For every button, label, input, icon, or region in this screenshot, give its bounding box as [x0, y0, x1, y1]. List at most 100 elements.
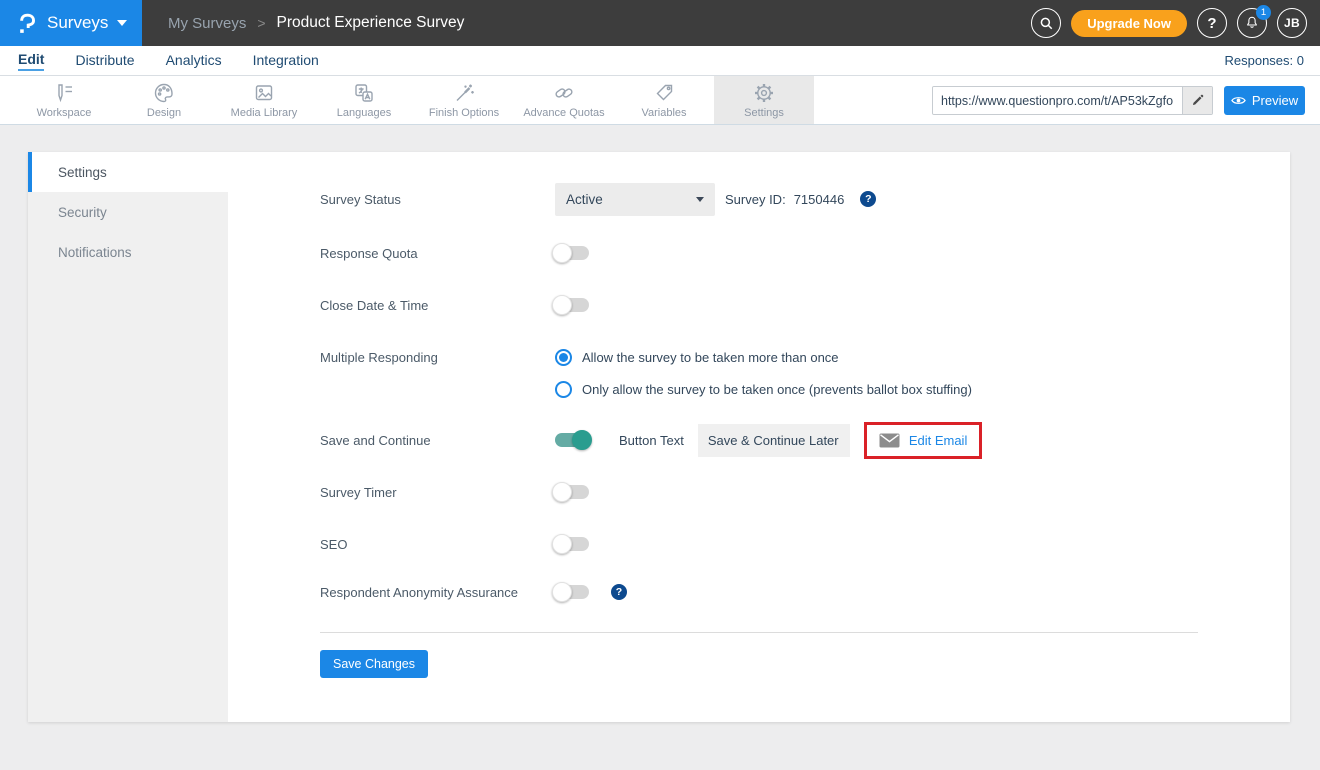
upgrade-now-button[interactable]: Upgrade Now: [1071, 10, 1187, 37]
seo-row: SEO: [320, 524, 589, 564]
survey-status-label: Survey Status: [320, 192, 555, 207]
avatar-initials: JB: [1284, 16, 1300, 30]
multiple-responding-label: Multiple Responding: [320, 350, 555, 365]
search-button[interactable]: [1031, 8, 1061, 38]
save-changes-button[interactable]: Save Changes: [320, 650, 428, 678]
seo-label: SEO: [320, 537, 555, 552]
save-continue-row: Save and Continue Button Text Edit Email: [320, 420, 982, 460]
sidebar-item-security[interactable]: Security: [28, 192, 228, 232]
notification-count-badge: 1: [1256, 5, 1271, 20]
toolbar-item-advance-quotas[interactable]: Advance Quotas: [514, 76, 614, 124]
settings-gear-icon: [752, 81, 776, 105]
search-icon: [1039, 16, 1054, 31]
survey-status-value: Active: [566, 192, 603, 207]
edit-url-button[interactable]: [1182, 87, 1212, 114]
survey-id-value: 7150446: [794, 192, 845, 207]
response-quota-toggle[interactable]: [555, 246, 589, 260]
survey-id-help-icon[interactable]: ?: [860, 191, 876, 207]
radio-allow-multiple-label: Allow the survey to be taken more than o…: [582, 350, 839, 365]
multiple-responding-row-2: Only allow the survey to be taken once (…: [320, 369, 972, 409]
edit-email-link[interactable]: Edit Email: [909, 433, 968, 448]
toolbar-label: Workspace: [37, 107, 92, 119]
breadcrumb-my-surveys[interactable]: My Surveys: [168, 15, 246, 32]
settings-sidebar: Settings Security Notifications: [28, 152, 228, 722]
edit-toolbar: Workspace Design Media Library: [0, 76, 1320, 125]
toolbar-item-languages[interactable]: Languages: [314, 76, 414, 124]
tab-analytics[interactable]: Analytics: [166, 52, 222, 70]
workspace-icon: [52, 81, 76, 105]
toolbar-label: Design: [147, 107, 181, 119]
form-divider: [320, 632, 1198, 633]
notifications-button[interactable]: 1: [1237, 8, 1267, 38]
toolbar-item-design[interactable]: Design: [114, 76, 214, 124]
response-quota-label: Response Quota: [320, 246, 555, 261]
radio-allow-multiple[interactable]: [555, 349, 572, 366]
tab-distribute[interactable]: Distribute: [75, 52, 134, 70]
survey-timer-row: Survey Timer: [320, 472, 589, 512]
breadcrumb: My Surveys > Product Experience Survey: [168, 0, 464, 46]
toolbar-item-variables[interactable]: Variables: [614, 76, 714, 124]
toolbar-items: Workspace Design Media Library: [14, 76, 814, 124]
questionpro-logo-icon: [13, 11, 38, 36]
eye-icon: [1231, 95, 1246, 106]
user-avatar[interactable]: JB: [1277, 8, 1307, 38]
seo-toggle[interactable]: [555, 537, 589, 551]
product-switcher[interactable]: Surveys: [0, 0, 142, 46]
tab-edit[interactable]: Edit: [18, 51, 44, 71]
toolbar-item-media-library[interactable]: Media Library: [214, 76, 314, 124]
survey-url-input[interactable]: [933, 87, 1182, 114]
save-continue-label: Save and Continue: [320, 433, 555, 448]
toolbar-label: Settings: [744, 107, 784, 119]
help-button[interactable]: ?: [1197, 8, 1227, 38]
preview-label: Preview: [1252, 93, 1298, 108]
breadcrumb-separator: >: [257, 15, 265, 31]
close-date-row: Close Date & Time: [320, 285, 589, 325]
finish-options-wand-icon: [452, 81, 476, 105]
question-mark-icon: ?: [1207, 15, 1216, 32]
toolbar-label: Media Library: [231, 107, 298, 119]
media-library-icon: [252, 81, 276, 105]
preview-button[interactable]: Preview: [1224, 86, 1305, 115]
save-continue-toggle[interactable]: [555, 433, 589, 447]
toolbar-item-workspace[interactable]: Workspace: [14, 76, 114, 124]
anonymity-label: Respondent Anonymity Assurance: [320, 585, 555, 600]
survey-url-box: [932, 86, 1213, 115]
toolbar-label: Advance Quotas: [523, 107, 604, 119]
button-text-input[interactable]: [698, 424, 850, 457]
design-palette-icon: [152, 81, 176, 105]
survey-status-dropdown[interactable]: Active: [555, 183, 715, 216]
envelope-icon: [879, 433, 900, 448]
advance-quotas-links-icon: [552, 81, 576, 105]
toolbar-label: Variables: [641, 107, 686, 119]
header-actions: Upgrade Now ? 1 JB: [1031, 0, 1307, 46]
survey-nav-tabs: Edit Distribute Analytics Integration Re…: [0, 46, 1320, 76]
radio-allow-once[interactable]: [555, 381, 572, 398]
breadcrumb-current-survey: Product Experience Survey: [277, 14, 465, 32]
toolbar-label: Languages: [337, 107, 391, 119]
variables-tag-icon: [652, 81, 676, 105]
button-text-label: Button Text: [619, 433, 684, 448]
chevron-down-icon: [696, 197, 704, 202]
chevron-down-icon: [117, 20, 127, 26]
close-date-toggle[interactable]: [555, 298, 589, 312]
toolbar-item-finish-options[interactable]: Finish Options: [414, 76, 514, 124]
responses-count: Responses: 0: [1225, 53, 1305, 68]
anonymity-row: Respondent Anonymity Assurance ?: [320, 572, 627, 612]
settings-card: Settings Security Notifications Survey S…: [28, 152, 1290, 722]
anonymity-toggle[interactable]: [555, 585, 589, 599]
anonymity-help-icon[interactable]: ?: [611, 584, 627, 600]
sidebar-item-settings[interactable]: Settings: [28, 152, 228, 192]
pencil-icon: [1191, 94, 1204, 107]
tab-integration[interactable]: Integration: [253, 52, 319, 70]
toolbar-item-settings[interactable]: Settings: [714, 76, 814, 124]
survey-timer-toggle[interactable]: [555, 485, 589, 499]
main-area: Settings Security Notifications Survey S…: [0, 125, 1320, 770]
toolbar-label: Finish Options: [429, 107, 499, 119]
radio-allow-once-label: Only allow the survey to be taken once (…: [582, 382, 972, 397]
edit-email-highlight-box: Edit Email: [864, 422, 983, 459]
sidebar-item-notifications[interactable]: Notifications: [28, 232, 228, 272]
survey-id-label: Survey ID:: [725, 192, 786, 207]
close-date-label: Close Date & Time: [320, 298, 555, 313]
languages-icon: [352, 81, 376, 105]
survey-timer-label: Survey Timer: [320, 485, 555, 500]
